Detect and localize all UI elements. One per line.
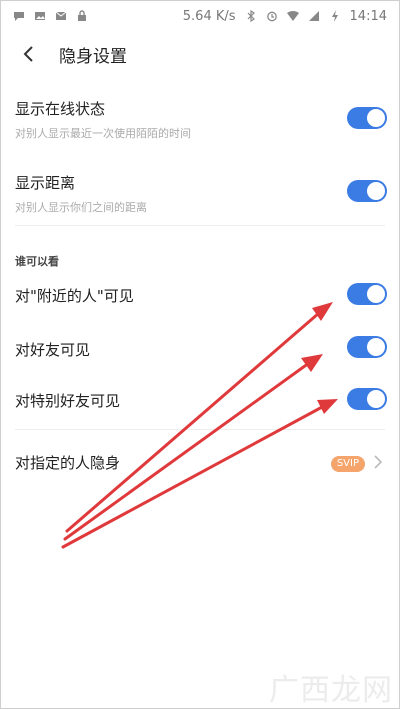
divider — [15, 429, 385, 430]
toggle-knob — [367, 338, 385, 356]
wifi-icon — [286, 10, 299, 22]
back-chevron-icon — [23, 46, 33, 62]
app-header: 隐身设置 — [1, 31, 399, 77]
status-bar: 5.64 K/s 14:14 — [1, 1, 399, 31]
chevron-right-icon — [373, 455, 383, 469]
toggle-knob — [367, 285, 385, 303]
clock-time: 14:14 — [349, 8, 387, 24]
setting-online-status-label: 显示在线状态 — [15, 100, 106, 118]
page-title: 隐身设置 — [59, 46, 127, 67]
toggle-knob — [367, 390, 385, 408]
watermark: 广西龙网 — [269, 673, 393, 708]
toggle-special-friends[interactable] — [347, 388, 387, 410]
setting-online-status-desc: 对别人显示最近一次使用陌陌的时间 — [15, 127, 191, 140]
mail-icon — [55, 10, 67, 22]
visibility-special-friends: 对特别好友可见 — [1, 390, 399, 411]
svip-badge: SVIP — [330, 456, 365, 472]
signal-icon — [308, 10, 320, 22]
hide-from-specific-label: 对指定的人隐身 — [15, 454, 121, 472]
battery-charging-icon — [329, 10, 341, 22]
back-button[interactable] — [9, 34, 49, 74]
visibility-friends-label: 对好友可见 — [15, 341, 91, 359]
net-speed: 5.64 K/s — [182, 8, 236, 24]
visibility-nearby-people: 对"附近的人"可见 — [1, 285, 399, 306]
toggle-knob — [367, 109, 385, 127]
visibility-special-label: 对特别好友可见 — [15, 392, 121, 410]
toggle-nearby-people[interactable] — [347, 283, 387, 305]
image-icon — [34, 10, 46, 22]
chat-bubble-icon — [13, 10, 25, 22]
section-who-can-see: 谁可以看 — [15, 255, 59, 268]
visibility-friends: 对好友可见 — [1, 339, 399, 360]
setting-distance-desc: 对别人显示你们之间的距离 — [15, 201, 147, 214]
setting-online-status: 显示在线状态 对别人显示最近一次使用陌陌的时间 — [1, 98, 399, 141]
status-left-icons — [13, 10, 88, 22]
alarm-icon — [266, 10, 278, 22]
toggle-friends[interactable] — [347, 336, 387, 358]
visibility-nearby-label: 对"附近的人"可见 — [15, 287, 134, 305]
bluetooth-icon — [245, 10, 257, 22]
arrow-to-special-friends — [61, 404, 326, 549]
status-right: 5.64 K/s 14:14 — [183, 9, 387, 24]
lock-icon — [76, 10, 88, 22]
divider — [15, 225, 385, 226]
toggle-online-status[interactable] — [347, 107, 387, 129]
setting-distance: 显示距离 对别人显示你们之间的距离 — [1, 172, 399, 215]
setting-distance-label: 显示距离 — [15, 174, 76, 192]
toggle-knob — [367, 182, 385, 200]
toggle-distance[interactable] — [347, 180, 387, 202]
